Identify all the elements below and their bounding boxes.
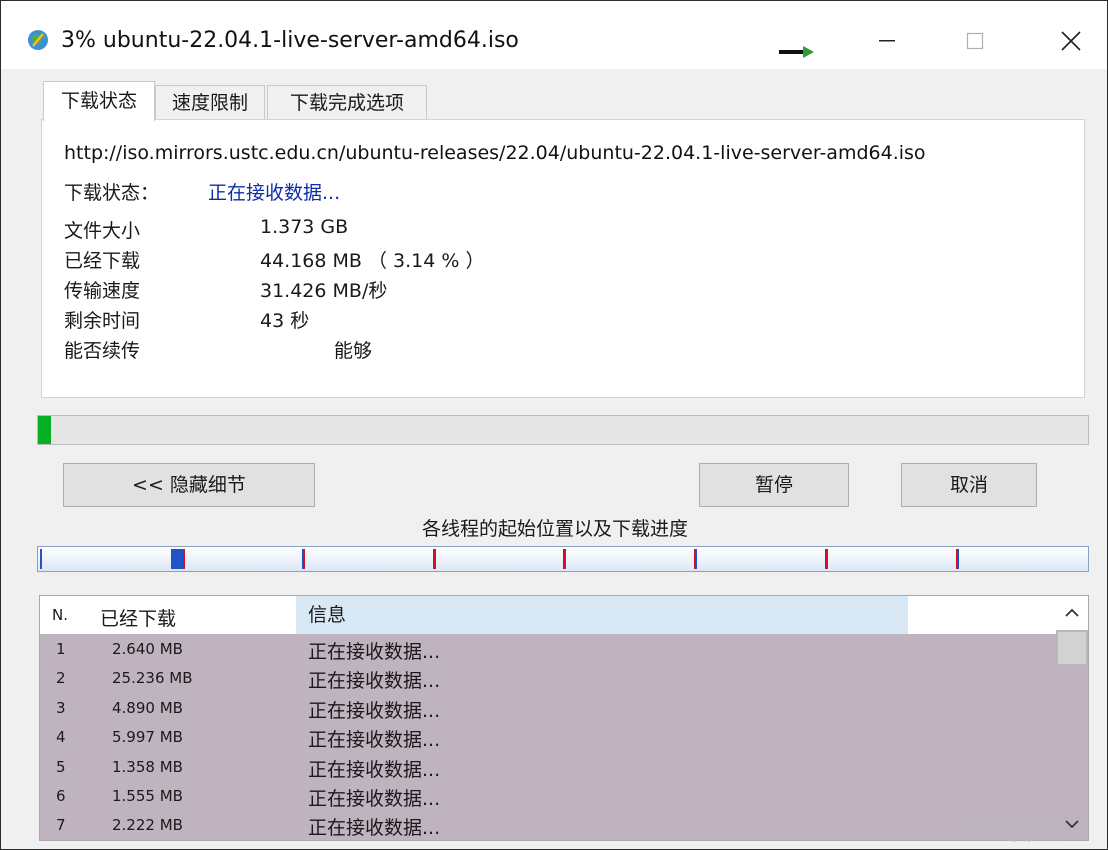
window-title: 3% ubuntu-22.04.1-live-server-amd64.iso — [61, 28, 519, 53]
row-info: 正在接收数据... — [308, 699, 441, 722]
close-button[interactable] — [1041, 21, 1101, 61]
row-info: 正在接收数据... — [308, 787, 441, 810]
tab-download-status[interactable]: 下载状态 — [43, 81, 155, 121]
column-header-info[interactable]: 信息 — [296, 596, 908, 634]
hide-details-button[interactable]: << 隐藏细节 — [63, 463, 315, 507]
thread-start-marker — [303, 549, 305, 569]
download-window: 3% ubuntu-22.04.1-live-server-amd64.iso … — [0, 0, 1108, 850]
tab-speed-limit[interactable]: 速度限制 — [155, 85, 265, 120]
download-progress-fill — [38, 416, 51, 444]
file-size-label: 文件大小 — [64, 220, 141, 242]
maximize-icon — [966, 32, 984, 50]
cancel-button[interactable]: 取消 — [901, 463, 1037, 507]
list-header: N. 已经下载 信息 — [40, 596, 1056, 634]
row-info: 正在接收数据... — [308, 758, 441, 781]
download-progress-bar — [37, 415, 1089, 445]
thread-start-marker — [825, 549, 827, 569]
time-left-label: 剩余时间 — [64, 310, 141, 332]
row-info: 正在接收数据... — [308, 641, 441, 663]
thread-start-marker — [434, 549, 436, 569]
row-number: 2 — [56, 669, 66, 688]
thread-progress-bar — [37, 546, 1089, 572]
watermark: CSDN @@许卿 — [959, 825, 1067, 843]
table-row[interactable]: 6 1.555 MB 正在接收数据... — [40, 780, 1056, 811]
table-row[interactable]: 4 5.997 MB 正在接收数据... — [40, 722, 1056, 752]
row-downloaded: 2.640 MB — [112, 640, 183, 658]
time-left-value: 43 秒 — [260, 310, 310, 332]
tab-completion-options[interactable]: 下载完成选项 — [267, 85, 427, 120]
chevron-down-icon — [1065, 820, 1079, 829]
status-label: 下载状态： — [64, 182, 160, 204]
downloaded-label: 已经下载 — [64, 250, 141, 272]
row-info: 正在接收数据... — [308, 670, 441, 693]
scroll-up-button[interactable] — [1056, 596, 1088, 630]
thread-start-marker — [563, 549, 565, 569]
status-value: 正在接收数据... — [208, 182, 341, 204]
row-number: 5 — [56, 757, 66, 776]
arrow-right-icon — [779, 46, 814, 58]
resume-value: 能够 — [334, 340, 373, 362]
table-row[interactable]: 2 25.236 MB 正在接收数据... — [40, 663, 1056, 693]
row-number: 7 — [56, 816, 66, 835]
list-scrollbar[interactable] — [1056, 596, 1088, 840]
thread-list[interactable]: N. 已经下载 信息 1 2.640 MB 正在接收数据... 2 25.236… — [39, 595, 1089, 841]
downloaded-value: 44.168 MB （ 3.14 % ） — [260, 250, 485, 272]
row-downloaded: 1.358 MB — [112, 757, 183, 776]
row-downloaded: 1.555 MB — [112, 786, 183, 805]
title-bar[interactable]: 3% ubuntu-22.04.1-live-server-amd64.iso — [1, 1, 1107, 69]
file-size-value: 1.373 GB — [260, 216, 349, 238]
row-number: 6 — [56, 786, 66, 805]
thread-start-marker — [694, 549, 696, 569]
close-icon — [1061, 31, 1081, 51]
pause-button[interactable]: 暂停 — [699, 463, 849, 507]
maximize-button[interactable] — [945, 21, 1005, 61]
row-number: 4 — [56, 728, 66, 747]
column-header-downloaded[interactable]: 已经下载 — [100, 604, 176, 631]
row-downloaded: 5.997 MB — [112, 728, 183, 747]
table-row[interactable]: 1 2.640 MB 正在接收数据... — [40, 634, 1056, 664]
row-number: 1 — [56, 640, 66, 658]
row-info: 正在接收数据... — [308, 729, 441, 752]
thread-start-marker — [183, 549, 185, 569]
chevron-up-icon — [1065, 608, 1079, 617]
table-row[interactable]: 3 4.890 MB 正在接收数据... — [40, 692, 1056, 723]
download-info-panel: http://iso.mirrors.ustc.edu.cn/ubuntu-re… — [41, 119, 1085, 398]
minimize-button[interactable] — [857, 21, 917, 61]
row-downloaded: 4.890 MB — [112, 698, 183, 717]
download-url: http://iso.mirrors.ustc.edu.cn/ubuntu-re… — [64, 142, 926, 164]
threads-caption: 各线程的起始位置以及下载进度 — [421, 518, 688, 540]
thread-segment-fill — [40, 549, 42, 569]
scrollbar-thumb[interactable] — [1058, 632, 1086, 664]
table-row[interactable]: 5 1.358 MB 正在接收数据... — [40, 751, 1056, 781]
thread-start-marker — [956, 549, 958, 569]
row-number: 3 — [56, 698, 66, 717]
globe-download-icon — [28, 30, 48, 50]
table-row[interactable]: 7 2.222 MB 正在接收数据... — [40, 810, 1056, 840]
column-header-n[interactable]: N. — [52, 606, 68, 624]
list-rows: 1 2.640 MB 正在接收数据... 2 25.236 MB 正在接收数据.… — [40, 634, 1056, 840]
row-info: 正在接收数据... — [308, 817, 441, 840]
row-downloaded: 25.236 MB — [112, 669, 193, 688]
resume-label: 能否续传 — [64, 340, 141, 362]
speed-value: 31.426 MB/秒 — [260, 280, 388, 302]
minimize-icon — [879, 40, 895, 42]
speed-label: 传输速度 — [64, 280, 141, 302]
row-downloaded: 2.222 MB — [112, 816, 183, 835]
